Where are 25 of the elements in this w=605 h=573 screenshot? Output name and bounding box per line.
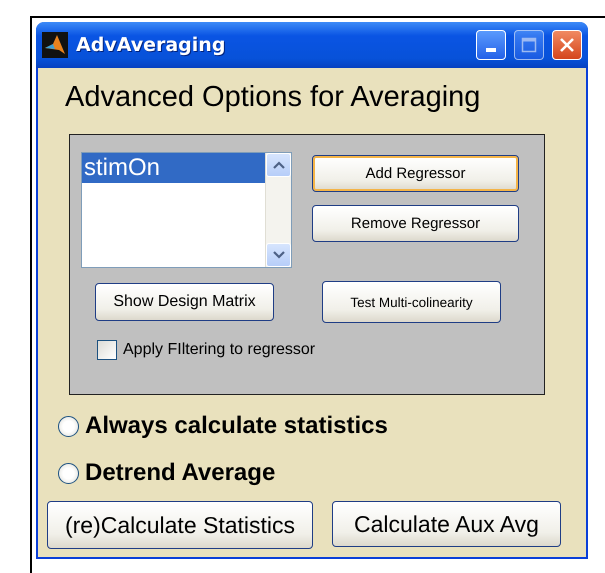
app-icon [42,32,68,58]
minimize-button[interactable] [476,30,506,60]
regressor-button[interactable]: Remove Regressor [312,205,519,242]
regressor-button[interactable]: Add Regressor [312,155,519,192]
radio-label: Detrend Average [85,459,276,487]
radio-button[interactable] [58,462,79,484]
window-title: AdvAveraging [76,34,226,56]
dialog-heading: Advanced Options for Averaging [65,81,482,114]
radio-label: Always calculate statistics [85,412,388,440]
action-button[interactable]: Calculate Aux Avg [332,501,561,547]
close-button[interactable] [552,30,582,60]
radio-button[interactable] [58,416,79,436]
action-button[interactable]: (re)Calculate Statistics [47,501,313,549]
scrollbar[interactable] [265,153,291,267]
scroll-up-icon[interactable] [266,153,291,177]
minimize-icon [486,48,496,52]
maximize-button[interactable] [514,30,544,60]
maximize-icon [521,37,537,53]
close-icon [559,37,575,53]
checkbox[interactable] [97,340,117,360]
panel-button[interactable]: Show Design Matrix [95,283,274,321]
checkbox-label: Apply FIltering to regressor [123,341,316,359]
scroll-down-icon[interactable] [266,243,291,267]
panel-button[interactable]: Test Multi-colinearity [322,281,501,323]
list-item[interactable]: stimOn [82,153,265,183]
